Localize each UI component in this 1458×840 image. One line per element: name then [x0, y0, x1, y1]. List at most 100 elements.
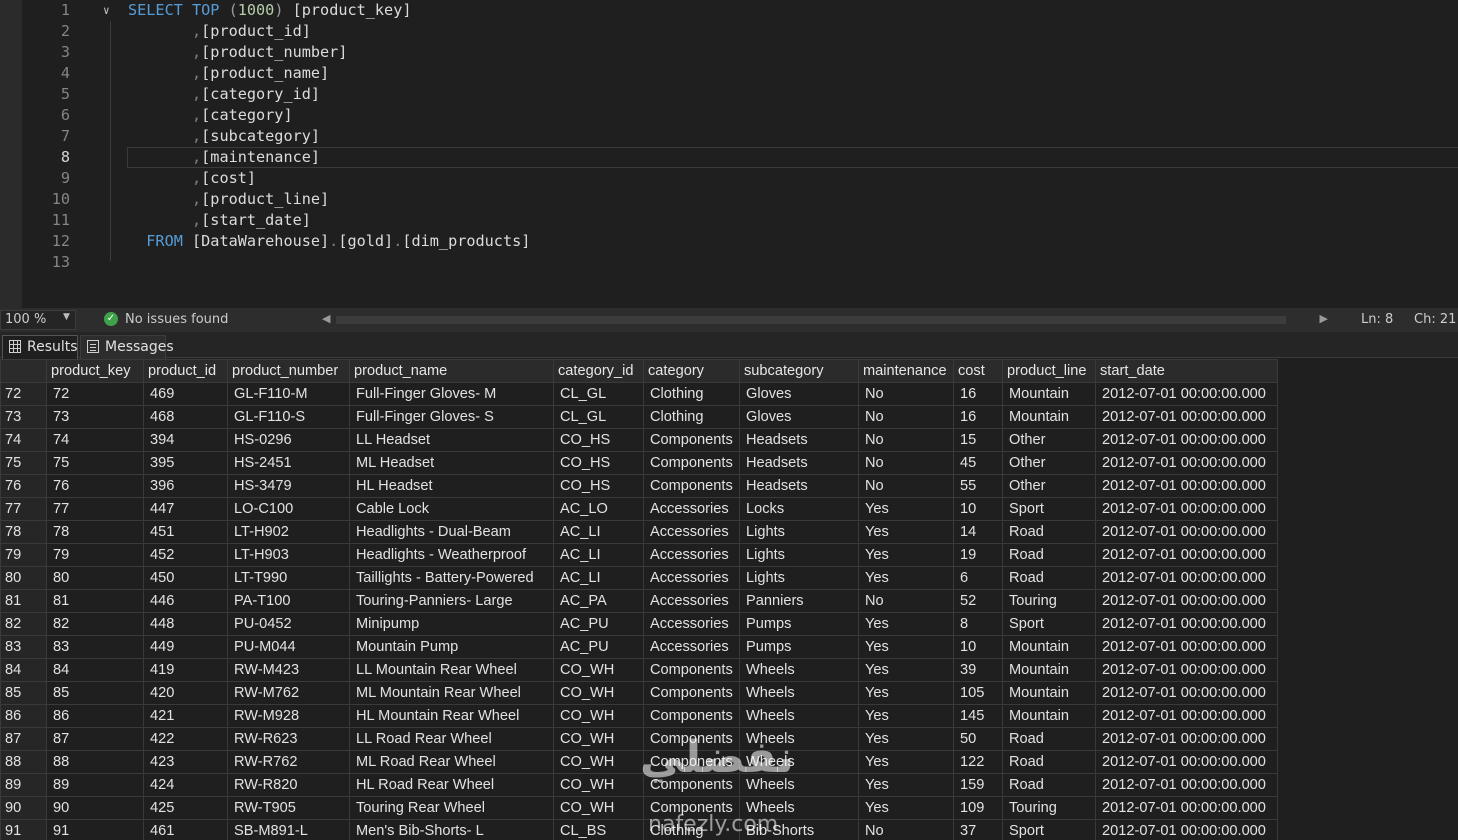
- column-header[interactable]: product_id: [143, 359, 228, 383]
- table-cell[interactable]: 2012-07-01 00:00:00.000: [1095, 520, 1278, 544]
- table-cell[interactable]: Wheels: [739, 658, 859, 682]
- table-cell[interactable]: 15: [953, 428, 1003, 452]
- table-cell[interactable]: 425: [143, 796, 228, 820]
- table-cell[interactable]: LL Road Rear Wheel: [349, 727, 554, 751]
- table-cell[interactable]: Panniers: [739, 589, 859, 613]
- row-number-cell[interactable]: 77: [0, 497, 47, 521]
- table-cell[interactable]: 8: [953, 612, 1003, 636]
- table-cell[interactable]: 19: [953, 543, 1003, 567]
- table-cell[interactable]: 395: [143, 451, 228, 475]
- table-cell[interactable]: LL Mountain Rear Wheel: [349, 658, 554, 682]
- table-cell[interactable]: HS-3479: [227, 474, 350, 498]
- sql-editor[interactable]: 1 ∨ SELECT TOP (1000) [product_key] 2 ,[pro…: [0, 0, 1458, 308]
- table-cell[interactable]: 420: [143, 681, 228, 705]
- table-cell[interactable]: Yes: [858, 773, 954, 797]
- table-cell[interactable]: SB-M891-L: [227, 819, 350, 840]
- table-cell[interactable]: Bib-Shorts: [739, 819, 859, 840]
- row-number-cell[interactable]: 90: [0, 796, 47, 820]
- table-cell[interactable]: RW-R820: [227, 773, 350, 797]
- table-cell[interactable]: Headlights - Weatherproof: [349, 543, 554, 567]
- table-cell[interactable]: 105: [953, 681, 1003, 705]
- table-cell[interactable]: Yes: [858, 727, 954, 751]
- table-cell[interactable]: 88: [46, 750, 144, 774]
- code-line[interactable]: 6 ,[category]: [0, 105, 1458, 126]
- table-cell[interactable]: 2012-07-01 00:00:00.000: [1095, 681, 1278, 705]
- table-cell[interactable]: RW-M928: [227, 704, 350, 728]
- table-cell[interactable]: Accessories: [643, 543, 740, 567]
- column-header[interactable]: product_number: [227, 359, 350, 383]
- table-cell[interactable]: PU-0452: [227, 612, 350, 636]
- table-cell[interactable]: CO_HS: [553, 451, 644, 475]
- table-cell[interactable]: Wheels: [739, 727, 859, 751]
- tab-results[interactable]: Results: [2, 335, 78, 359]
- table-cell[interactable]: Road: [1002, 773, 1096, 797]
- table-cell[interactable]: HL Headset: [349, 474, 554, 498]
- table-cell[interactable]: 2012-07-01 00:00:00.000: [1095, 704, 1278, 728]
- table-cell[interactable]: Mountain: [1002, 382, 1096, 406]
- table-cell[interactable]: Yes: [858, 612, 954, 636]
- code-line[interactable]: 3 ,[product_number]: [0, 42, 1458, 63]
- table-cell[interactable]: Lights: [739, 543, 859, 567]
- table-cell[interactable]: 55: [953, 474, 1003, 498]
- table-cell[interactable]: Clothing: [643, 405, 740, 429]
- table-cell[interactable]: Yes: [858, 635, 954, 659]
- row-number-cell[interactable]: 79: [0, 543, 47, 567]
- results-grid[interactable]: product_key product_id product_number produ…: [0, 359, 1458, 840]
- table-cell[interactable]: 81: [46, 589, 144, 613]
- tab-messages[interactable]: Messages: [80, 335, 174, 359]
- table-cell[interactable]: 2012-07-01 00:00:00.000: [1095, 635, 1278, 659]
- table-cell[interactable]: Road: [1002, 543, 1096, 567]
- table-cell[interactable]: 159: [953, 773, 1003, 797]
- column-header[interactable]: category_id: [553, 359, 644, 383]
- row-number-cell[interactable]: 76: [0, 474, 47, 498]
- table-cell[interactable]: 73: [46, 405, 144, 429]
- table-cell[interactable]: Full-Finger Gloves- M: [349, 382, 554, 406]
- table-cell[interactable]: 109: [953, 796, 1003, 820]
- table-cell[interactable]: 2012-07-01 00:00:00.000: [1095, 819, 1278, 840]
- table-cell[interactable]: Components: [643, 796, 740, 820]
- table-row[interactable]: 87 87 422 RW-R623 LL Road Rear Wheel CO_WH Com…: [0, 727, 1278, 751]
- table-cell[interactable]: AC_PU: [553, 612, 644, 636]
- table-cell[interactable]: CO_WH: [553, 750, 644, 774]
- table-cell[interactable]: Yes: [858, 750, 954, 774]
- table-cell[interactable]: CO_WH: [553, 727, 644, 751]
- table-cell[interactable]: Sport: [1002, 497, 1096, 521]
- row-number-cell[interactable]: 80: [0, 566, 47, 590]
- table-cell[interactable]: 396: [143, 474, 228, 498]
- table-cell[interactable]: Lights: [739, 566, 859, 590]
- table-cell[interactable]: Components: [643, 474, 740, 498]
- table-cell[interactable]: AC_LO: [553, 497, 644, 521]
- row-number-cell[interactable]: 88: [0, 750, 47, 774]
- table-cell[interactable]: 39: [953, 658, 1003, 682]
- table-cell[interactable]: 452: [143, 543, 228, 567]
- row-number-cell[interactable]: 74: [0, 428, 47, 452]
- table-row[interactable]: 90 90 425 RW-T905 Touring Rear Wheel CO_WH Com…: [0, 796, 1278, 820]
- table-row[interactable]: 84 84 419 RW-M423 LL Mountain Rear Wheel CO_W…: [0, 658, 1278, 682]
- column-header[interactable]: product_key: [46, 359, 144, 383]
- table-row[interactable]: 77 77 447 LO-C100 Cable Lock AC_LO Accessories…: [0, 497, 1278, 521]
- table-cell[interactable]: ML Road Rear Wheel: [349, 750, 554, 774]
- table-cell[interactable]: 2012-07-01 00:00:00.000: [1095, 750, 1278, 774]
- horizontal-scrollbar[interactable]: ◀ ▶: [318, 310, 1334, 330]
- table-cell[interactable]: No: [858, 819, 954, 840]
- table-cell[interactable]: No: [858, 474, 954, 498]
- table-cell[interactable]: Components: [643, 658, 740, 682]
- table-cell[interactable]: Pumps: [739, 635, 859, 659]
- column-header[interactable]: category: [643, 359, 740, 383]
- table-row[interactable]: 74 74 394 HS-0296 LL Headset CO_HS Components H…: [0, 428, 1278, 452]
- table-cell[interactable]: 76: [46, 474, 144, 498]
- table-cell[interactable]: LT-H902: [227, 520, 350, 544]
- table-cell[interactable]: 2012-07-01 00:00:00.000: [1095, 658, 1278, 682]
- table-row[interactable]: 73 73 468 GL-F110-S Full-Finger Gloves- S CL_…: [0, 405, 1278, 429]
- table-cell[interactable]: Gloves: [739, 405, 859, 429]
- row-number-cell[interactable]: 85: [0, 681, 47, 705]
- table-cell[interactable]: RW-M423: [227, 658, 350, 682]
- table-cell[interactable]: 50: [953, 727, 1003, 751]
- table-cell[interactable]: 2012-07-01 00:00:00.000: [1095, 543, 1278, 567]
- table-cell[interactable]: HL Mountain Rear Wheel: [349, 704, 554, 728]
- table-cell[interactable]: CO_WH: [553, 681, 644, 705]
- table-row[interactable]: 78 78 451 LT-H902 Headlights - Dual-Beam AC_L…: [0, 520, 1278, 544]
- table-cell[interactable]: PU-M044: [227, 635, 350, 659]
- column-header[interactable]: product_line: [1002, 359, 1096, 383]
- table-cell[interactable]: Components: [643, 750, 740, 774]
